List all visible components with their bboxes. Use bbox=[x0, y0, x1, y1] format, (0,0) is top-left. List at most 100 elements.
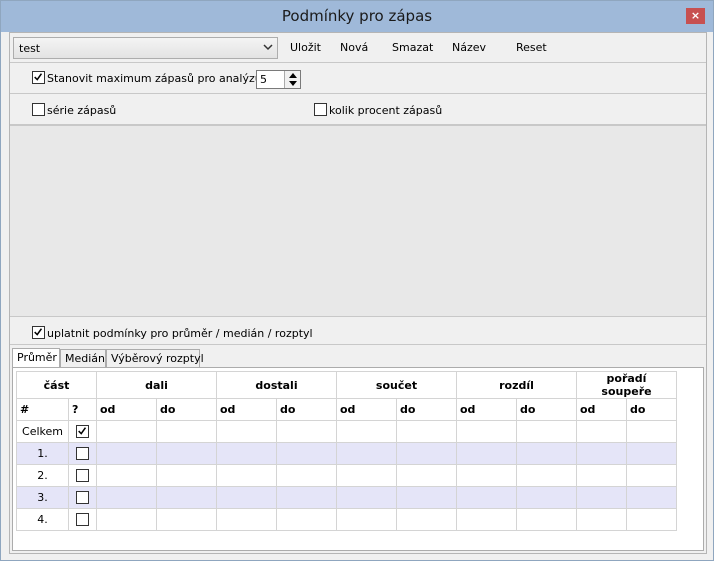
table-cell[interactable] bbox=[456, 420, 517, 443]
table-cell[interactable] bbox=[576, 508, 627, 531]
reset-button[interactable]: Reset bbox=[516, 41, 547, 54]
tab-sample-variance[interactable]: Výběrový rozptyl bbox=[106, 349, 204, 368]
conditions-panel bbox=[10, 125, 706, 317]
table-cell[interactable] bbox=[516, 508, 577, 531]
table-cell[interactable] bbox=[626, 486, 677, 509]
table-cell[interactable] bbox=[96, 508, 157, 531]
save-button[interactable]: Uložit bbox=[290, 41, 321, 54]
table-cell[interactable] bbox=[626, 464, 677, 487]
preset-select[interactable]: test bbox=[13, 37, 278, 59]
table-cell[interactable] bbox=[216, 420, 277, 443]
up-down-arrows-icon bbox=[289, 73, 297, 86]
col-conceded-from: od bbox=[216, 398, 277, 421]
table-row: Celkem bbox=[16, 420, 677, 443]
checkmark-icon bbox=[34, 73, 43, 81]
table-cell[interactable] bbox=[626, 508, 677, 531]
table-cell[interactable] bbox=[156, 464, 217, 487]
col-group-sum: součet bbox=[336, 371, 457, 399]
table-cell[interactable] bbox=[216, 508, 277, 531]
table-cell[interactable] bbox=[336, 508, 397, 531]
table-cell[interactable] bbox=[396, 486, 457, 509]
table-cell[interactable] bbox=[516, 442, 577, 465]
table-cell[interactable] bbox=[216, 464, 277, 487]
percent-checkbox[interactable] bbox=[314, 103, 327, 116]
row-enabled-checkbox[interactable] bbox=[76, 491, 89, 504]
tab-median[interactable]: Medián bbox=[60, 349, 106, 368]
table-cell[interactable] bbox=[456, 442, 517, 465]
table-cell[interactable] bbox=[456, 508, 517, 531]
table-cell[interactable] bbox=[576, 464, 627, 487]
row-enabled-cell bbox=[68, 486, 97, 509]
table-cell[interactable] bbox=[396, 420, 457, 443]
table-cell[interactable] bbox=[576, 442, 627, 465]
table-cell[interactable] bbox=[156, 508, 217, 531]
max-matches-stepper[interactable]: 5 bbox=[256, 70, 301, 89]
table-cell[interactable] bbox=[396, 464, 457, 487]
table-cell[interactable] bbox=[516, 486, 577, 509]
row-label: 3. bbox=[16, 486, 69, 509]
apply-conditions-checkbox[interactable] bbox=[32, 326, 45, 339]
checkmark-icon bbox=[34, 328, 43, 336]
max-matches-label: Stanovit maximum zápasů pro analýzu bbox=[47, 72, 262, 85]
table-cell[interactable] bbox=[626, 420, 677, 443]
table-cell[interactable] bbox=[276, 486, 337, 509]
table-cell[interactable] bbox=[576, 486, 627, 509]
row-label: 4. bbox=[16, 508, 69, 531]
conditions-table: část dali dostali součet rozdíl pořadí s… bbox=[16, 371, 677, 531]
rename-button[interactable]: Název bbox=[452, 41, 486, 54]
series-checkbox[interactable] bbox=[32, 103, 45, 116]
row-enabled-checkbox[interactable] bbox=[76, 469, 89, 482]
row-enabled-checkbox[interactable] bbox=[76, 447, 89, 460]
row-enabled-checkbox[interactable] bbox=[76, 513, 89, 526]
table-cell[interactable] bbox=[96, 464, 157, 487]
table-cell[interactable] bbox=[276, 464, 337, 487]
table-cell[interactable] bbox=[96, 420, 157, 443]
table-cell[interactable] bbox=[156, 486, 217, 509]
new-button[interactable]: Nová bbox=[340, 41, 368, 54]
table-cell[interactable] bbox=[576, 420, 627, 443]
table-cell[interactable] bbox=[276, 420, 337, 443]
row-enabled-checkbox[interactable] bbox=[76, 425, 89, 438]
row-enabled-cell bbox=[68, 420, 97, 443]
table-cell[interactable] bbox=[456, 464, 517, 487]
chevron-down-icon bbox=[263, 44, 273, 51]
delete-button[interactable]: Smazat bbox=[392, 41, 433, 54]
col-group-opponent-rank: pořadí soupeře bbox=[576, 371, 677, 399]
table-cell[interactable] bbox=[626, 442, 677, 465]
row-enabled-cell bbox=[68, 508, 97, 531]
dialog-client-area: test Uložit Nová Smazat Název Reset Stan… bbox=[9, 32, 707, 554]
table-cell[interactable] bbox=[396, 508, 457, 531]
tab-average[interactable]: Průměr bbox=[12, 348, 60, 368]
table-cell[interactable] bbox=[456, 486, 517, 509]
table-cell[interactable] bbox=[336, 464, 397, 487]
dialog-window: Podmínky pro zápas × test Uložit Nová Sm… bbox=[0, 0, 714, 561]
table-cell[interactable] bbox=[396, 442, 457, 465]
col-conceded-to: do bbox=[276, 398, 337, 421]
col-number: # bbox=[16, 398, 69, 421]
table-cell[interactable] bbox=[156, 420, 217, 443]
tab-panel: část dali dostali součet rozdíl pořadí s… bbox=[12, 367, 704, 551]
stepper-arrows[interactable] bbox=[284, 71, 300, 88]
percent-label: kolik procent zápasů bbox=[329, 104, 443, 117]
col-enabled: ? bbox=[68, 398, 97, 421]
table-cell[interactable] bbox=[96, 442, 157, 465]
table-cell[interactable] bbox=[516, 464, 577, 487]
table-cell[interactable] bbox=[216, 486, 277, 509]
close-button[interactable]: × bbox=[686, 8, 705, 24]
col-difference-to: do bbox=[516, 398, 577, 421]
table-cell[interactable] bbox=[336, 442, 397, 465]
table-cell[interactable] bbox=[516, 420, 577, 443]
table-cell[interactable] bbox=[336, 486, 397, 509]
col-scored-to: do bbox=[156, 398, 217, 421]
table-cell[interactable] bbox=[336, 420, 397, 443]
title-bar[interactable]: Podmínky pro zápas × bbox=[1, 1, 713, 32]
col-sum-to: do bbox=[396, 398, 457, 421]
table-cell[interactable] bbox=[216, 442, 277, 465]
row-label: 2. bbox=[16, 464, 69, 487]
toolbar: test Uložit Nová Smazat Název Reset bbox=[10, 33, 706, 63]
table-cell[interactable] bbox=[276, 508, 337, 531]
table-cell[interactable] bbox=[276, 442, 337, 465]
max-matches-checkbox[interactable] bbox=[32, 71, 45, 84]
table-cell[interactable] bbox=[156, 442, 217, 465]
table-cell[interactable] bbox=[96, 486, 157, 509]
